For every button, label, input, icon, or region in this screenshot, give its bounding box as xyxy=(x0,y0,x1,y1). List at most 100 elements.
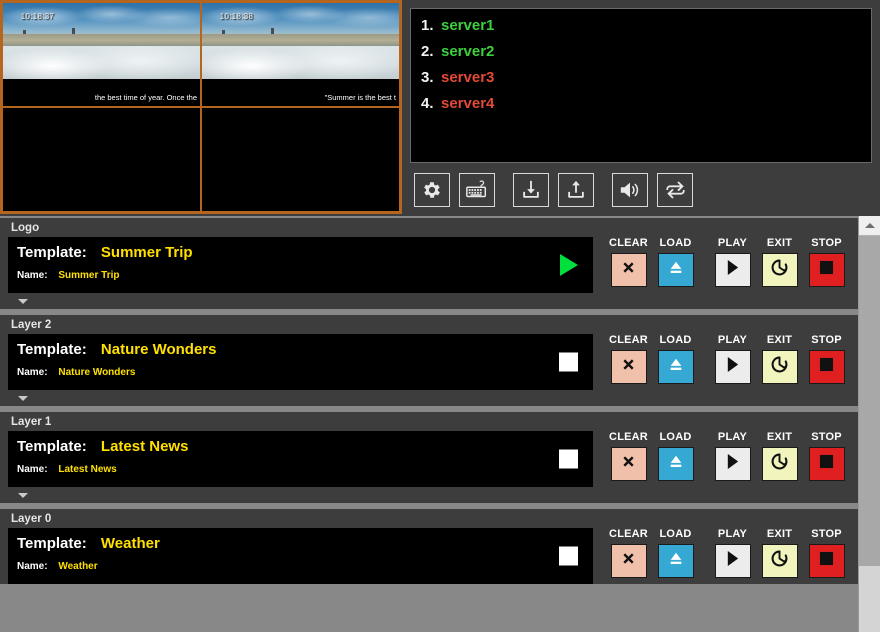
play-button[interactable] xyxy=(714,447,751,481)
exit-button[interactable] xyxy=(761,544,798,578)
server-list-item[interactable]: 3. server3 xyxy=(421,69,861,86)
scrollbar-track[interactable] xyxy=(859,236,880,632)
layer-header: Layer 1 xyxy=(11,416,52,428)
eject-icon xyxy=(667,454,685,475)
layer-card[interactable]: Template: Weather Name: Weather xyxy=(8,528,593,584)
clear-action: CLEAR xyxy=(605,431,652,487)
circular-arrow-icon xyxy=(770,355,789,379)
expand-row[interactable] xyxy=(8,293,850,309)
clear-label: CLEAR xyxy=(609,237,648,249)
exit-action: EXIT xyxy=(756,431,803,487)
stop-label: STOP xyxy=(811,237,842,249)
exit-button[interactable] xyxy=(761,253,798,287)
load-button[interactable] xyxy=(657,350,694,384)
preview-cell-3[interactable] xyxy=(2,107,201,212)
download-button[interactable] xyxy=(513,173,549,207)
clear-label: CLEAR xyxy=(609,431,648,443)
layer-header: Layer 2 xyxy=(11,319,52,331)
clear-button[interactable] xyxy=(610,350,647,384)
sea-foam xyxy=(3,46,200,80)
layer-header: Logo xyxy=(11,222,40,234)
play-button[interactable] xyxy=(714,544,751,578)
download-icon xyxy=(520,179,542,201)
stop-button[interactable] xyxy=(808,350,845,384)
load-label: LOAD xyxy=(659,237,692,249)
stop-button[interactable] xyxy=(808,447,845,481)
layer-actions: CLEAR LOAD PLAY EXIT STOP xyxy=(593,431,850,487)
layer-body: Template: Nature Wonders Name: Nature Wo… xyxy=(8,334,850,390)
stop-action: STOP xyxy=(803,528,850,584)
chevron-down-icon xyxy=(18,298,28,304)
server-list-item[interactable]: 4. server4 xyxy=(421,95,861,112)
layer-card[interactable]: Template: Summer Trip Name: Summer Trip xyxy=(8,237,593,293)
preview-caption: the best time of year. Once the xyxy=(94,93,197,102)
scrollbar-thumb[interactable] xyxy=(859,236,880,566)
preview-cell-2[interactable]: 10:18:38 "Summer is the best t xyxy=(201,2,400,107)
keyboard-shortcuts-button[interactable] xyxy=(459,173,495,207)
eject-icon xyxy=(667,551,685,572)
template-line: Template: Summer Trip xyxy=(17,244,584,261)
load-action: LOAD xyxy=(652,334,699,390)
preview-cell-4[interactable] xyxy=(201,107,400,212)
expand-row[interactable] xyxy=(8,487,850,503)
circular-arrow-icon xyxy=(770,452,789,476)
server-panel: 1. server1 2. server2 3. server3 4. serv… xyxy=(402,0,880,216)
stop-icon xyxy=(819,454,834,474)
preview-timecode: 10:18:38 xyxy=(219,12,254,22)
close-icon xyxy=(620,356,637,378)
preview-timecode: 10:18:37 xyxy=(20,12,55,22)
name-value: Nature Wonders xyxy=(58,367,136,378)
playback-state-indicator xyxy=(560,254,578,276)
top-area: 10:18:37 the best time of year. Once the… xyxy=(0,0,880,216)
layer-actions: CLEAR LOAD PLAY EXIT STOP xyxy=(593,237,850,293)
exit-label: EXIT xyxy=(766,431,793,443)
server-name: server3 xyxy=(441,69,495,86)
load-action: LOAD xyxy=(652,237,699,293)
refresh-button[interactable] xyxy=(657,173,693,207)
exit-button[interactable] xyxy=(761,350,798,384)
clear-button[interactable] xyxy=(610,447,647,481)
name-value: Latest News xyxy=(58,464,117,475)
exit-label: EXIT xyxy=(766,334,793,346)
stop-action: STOP xyxy=(803,431,850,487)
eject-icon xyxy=(667,357,685,378)
load-button[interactable] xyxy=(657,253,694,287)
load-button[interactable] xyxy=(657,447,694,481)
load-label: LOAD xyxy=(659,528,692,540)
settings-button[interactable] xyxy=(414,173,450,207)
clear-button[interactable] xyxy=(610,544,647,578)
upload-button[interactable] xyxy=(558,173,594,207)
server-index: 4. xyxy=(421,95,434,112)
close-icon xyxy=(620,259,637,281)
playback-state-indicator xyxy=(559,546,578,566)
name-label: Name: xyxy=(17,561,48,572)
preview-cell-1[interactable]: 10:18:37 the best time of year. Once the xyxy=(2,2,201,107)
exit-button[interactable] xyxy=(761,447,798,481)
server-list-item[interactable]: 2. server2 xyxy=(421,43,861,60)
stop-state-icon xyxy=(559,546,578,566)
stop-button[interactable] xyxy=(808,253,845,287)
load-button[interactable] xyxy=(657,544,694,578)
chevron-down-icon xyxy=(18,492,28,498)
layer-card[interactable]: Template: Latest News Name: Latest News xyxy=(8,431,593,487)
layer-body: Template: Latest News Name: Latest News … xyxy=(8,431,850,487)
layer-actions: CLEAR LOAD PLAY EXIT STOP xyxy=(593,528,850,584)
stop-label: STOP xyxy=(811,334,842,346)
audio-button[interactable] xyxy=(612,173,648,207)
template-value: Summer Trip xyxy=(100,244,193,261)
load-action: LOAD xyxy=(652,431,699,487)
play-action: PLAY xyxy=(709,528,756,584)
play-button[interactable] xyxy=(714,350,751,384)
scroll-up-button[interactable] xyxy=(859,216,880,236)
stop-icon xyxy=(819,357,834,377)
clear-button[interactable] xyxy=(610,253,647,287)
expand-row[interactable] xyxy=(8,390,850,406)
server-list-item[interactable]: 1. server1 xyxy=(421,17,861,34)
stop-button[interactable] xyxy=(808,544,845,578)
play-button[interactable] xyxy=(714,253,751,287)
template-label: Template: xyxy=(17,244,87,261)
play-icon xyxy=(725,259,740,281)
layer-card[interactable]: Template: Nature Wonders Name: Nature Wo… xyxy=(8,334,593,390)
vertical-scrollbar[interactable] xyxy=(858,216,880,632)
template-value: Weather xyxy=(100,535,160,552)
